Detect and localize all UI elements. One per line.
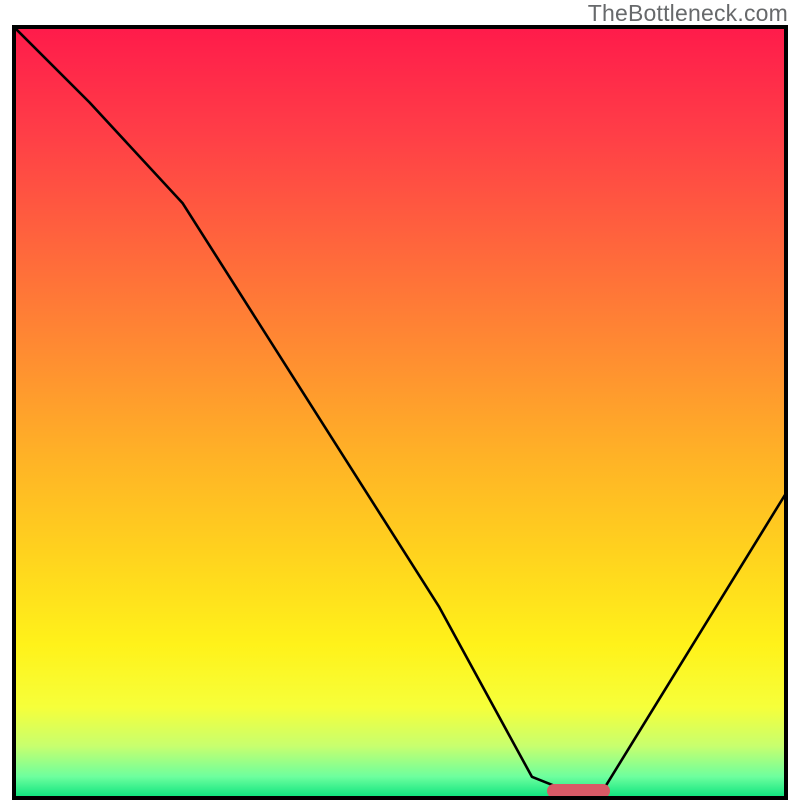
- chart-frame: [12, 25, 788, 800]
- chart-background-gradient: [12, 25, 788, 800]
- watermark-text: TheBottleneck.com: [588, 0, 788, 27]
